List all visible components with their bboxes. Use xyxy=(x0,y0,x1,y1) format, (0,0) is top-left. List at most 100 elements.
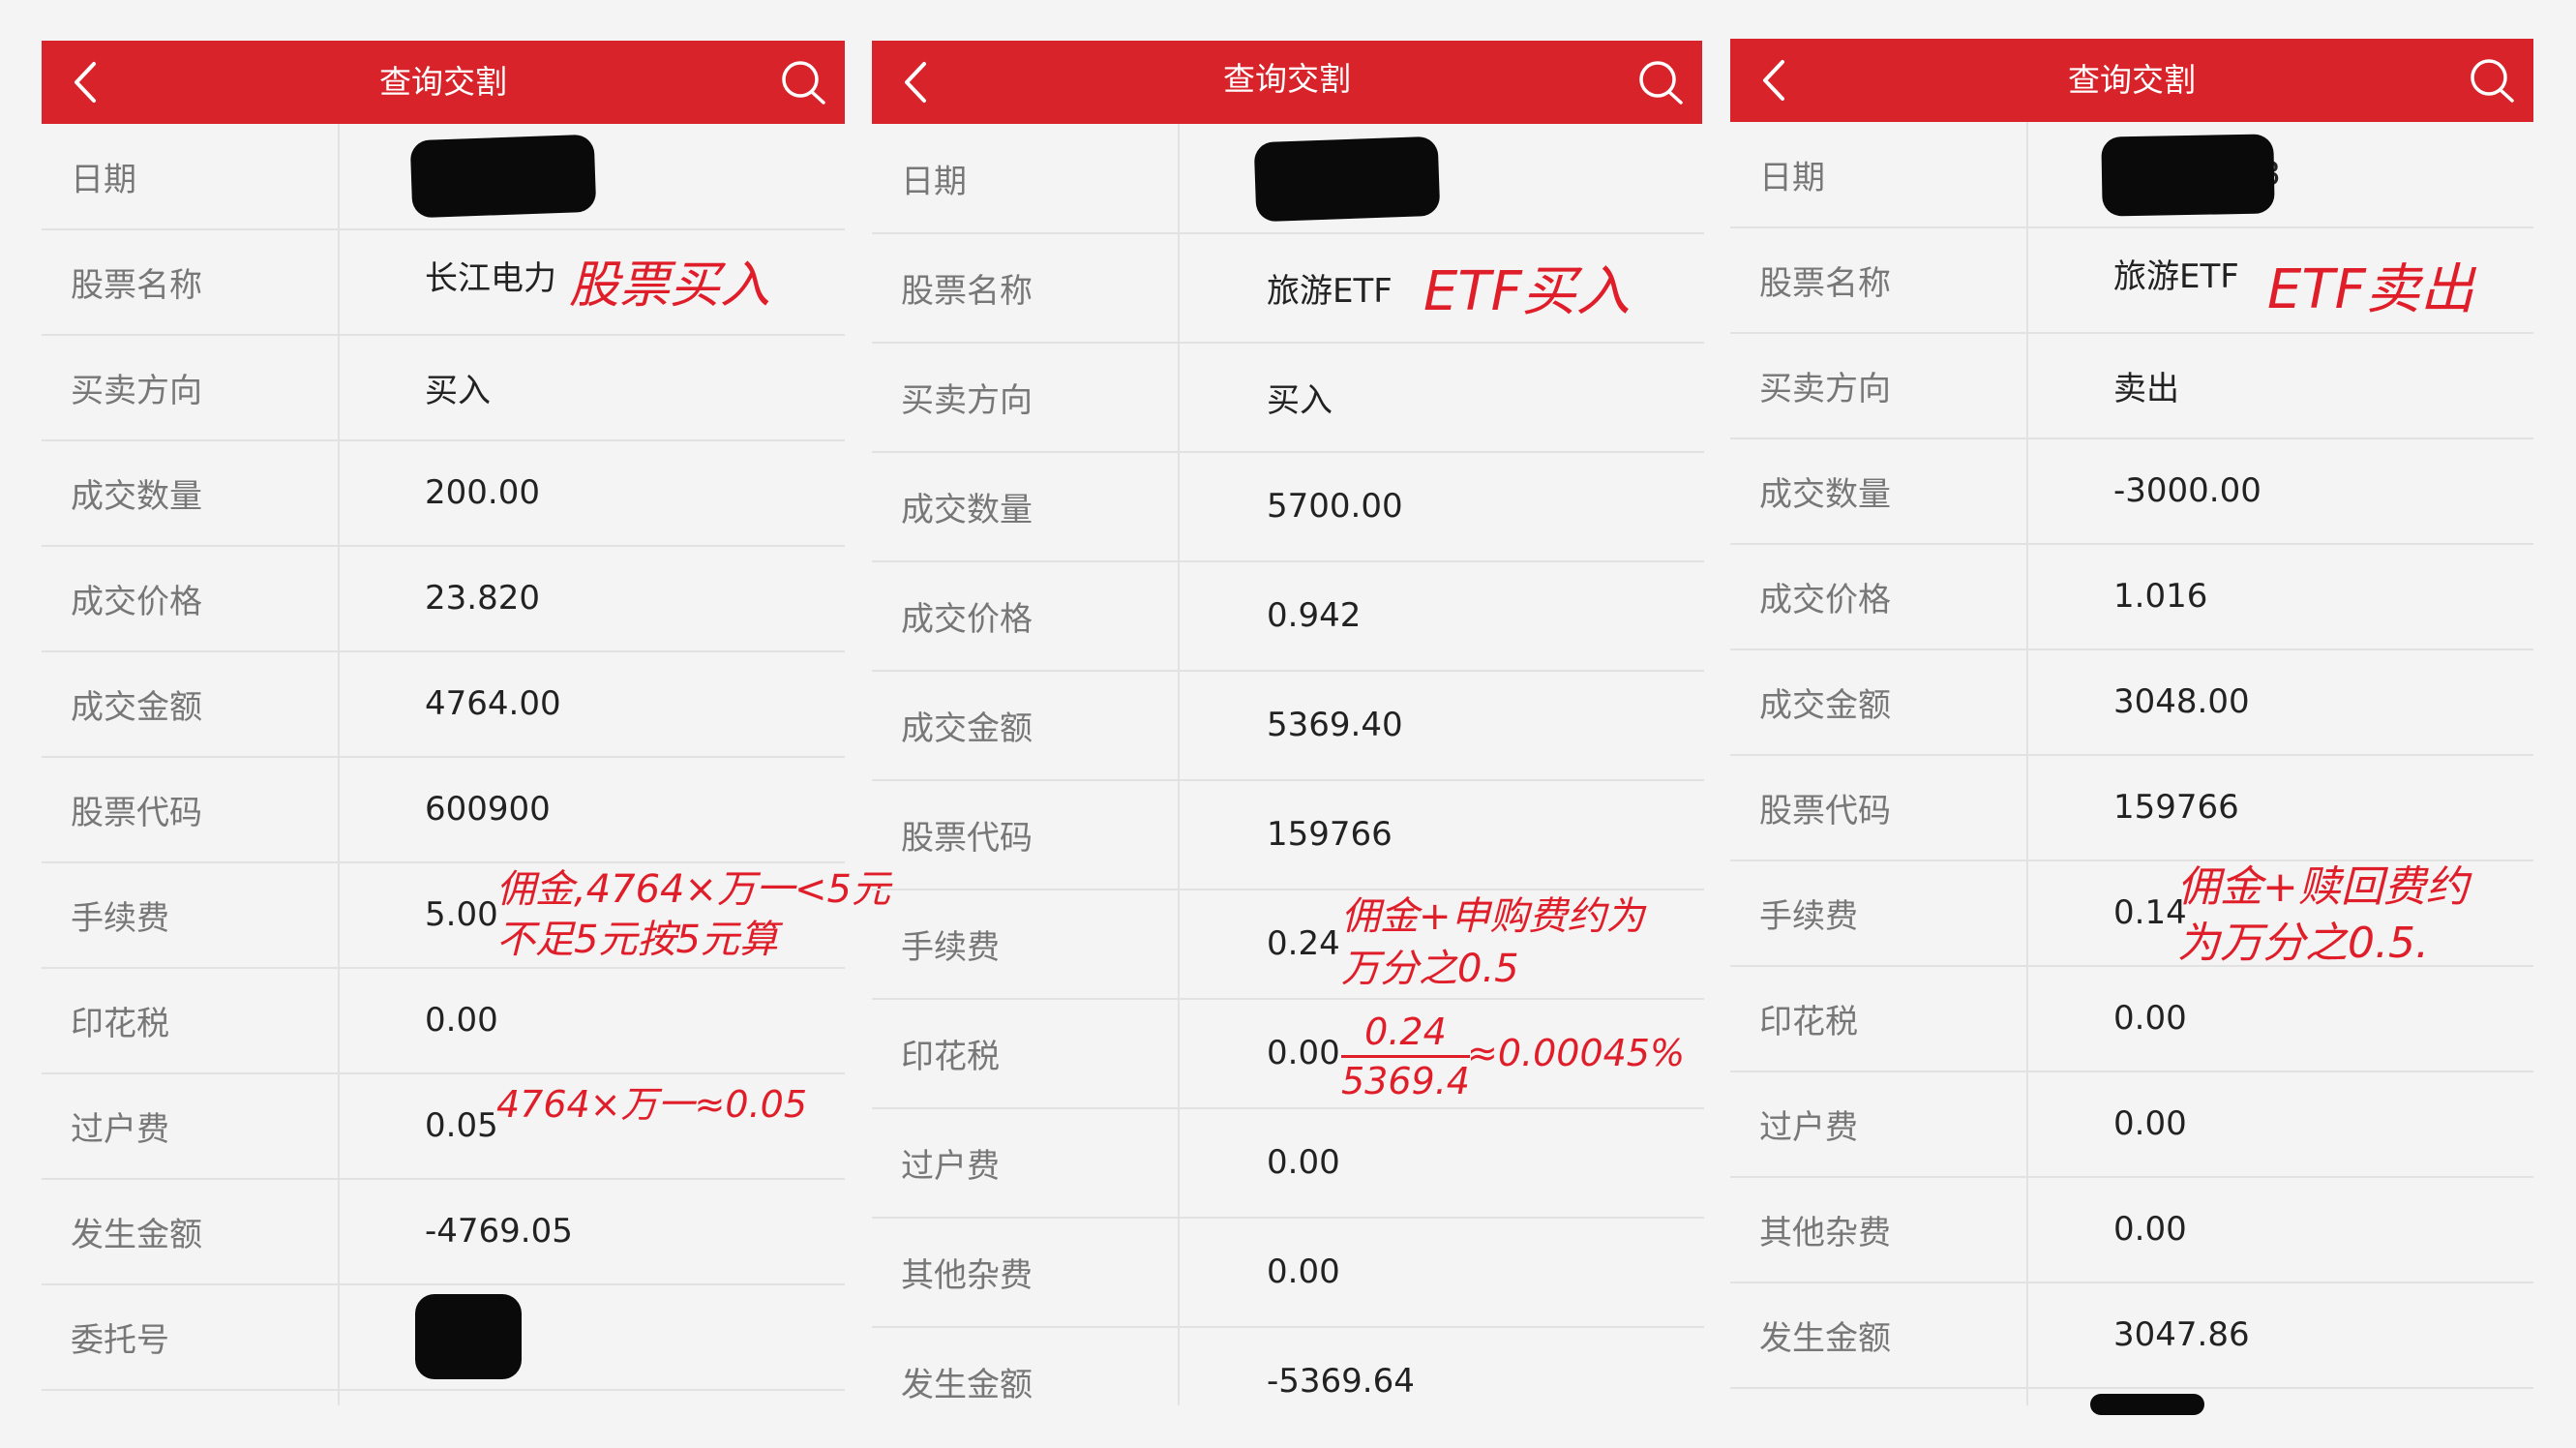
annotation-fee-line1: 佣金+申购费约为 xyxy=(1341,894,1645,939)
row-value: 买入 xyxy=(1267,380,1333,420)
row-label: 日期 xyxy=(901,162,967,201)
search-icon[interactable] xyxy=(2468,56,2516,105)
trade-panel-2: 查询交割 日期 20220810 股票名称 旅游ETF ETF买入 买卖方向 买… xyxy=(872,0,1704,1448)
row-value: 0.00 xyxy=(1267,1252,1340,1291)
row-label: 日期 xyxy=(1759,158,1825,197)
fraction-numerator: 0.24 xyxy=(1364,1011,1447,1053)
row-value: 5700.00 xyxy=(1267,487,1403,526)
row-label: 发生金额 xyxy=(1759,1318,1891,1358)
detail-table: 日期 20220810 股票名称 旅游ETF ETF买入 买卖方向 买入 成交数… xyxy=(872,124,1704,1405)
chevron-left-icon[interactable] xyxy=(63,58,111,106)
row-value: 0.00 xyxy=(2113,999,2187,1038)
search-icon[interactable] xyxy=(1636,58,1685,106)
row-label: 发生金额 xyxy=(71,1215,202,1254)
row-value: 3048.00 xyxy=(2113,682,2250,721)
row-code: 股票代码 159766 xyxy=(1730,755,2533,861)
row-label: 买卖方向 xyxy=(71,371,202,410)
row-value: 5.00 xyxy=(425,895,498,934)
row-label: 过户费 xyxy=(901,1146,1000,1186)
row-label: 手续费 xyxy=(901,927,1000,967)
redaction-mark xyxy=(2090,1394,2204,1415)
row-value: 3047.86 xyxy=(2113,1315,2250,1354)
fraction-denominator: 5369.4 xyxy=(1341,1060,1470,1102)
row-label: 股票名称 xyxy=(901,271,1033,311)
row-label: 成交数量 xyxy=(71,476,202,516)
annotation-stock-buy: 股票买入 xyxy=(569,256,771,315)
annotation-transfer: 4764×万一≈0.05 xyxy=(496,1083,807,1126)
row-label: 成交金额 xyxy=(1759,685,1891,725)
row-label: 发生金额 xyxy=(901,1365,1033,1404)
annotation-fraction: 0.24 5369.4 xyxy=(1341,1011,1470,1102)
row-label: 股票名称 xyxy=(1759,263,1891,303)
row-amount: 成交金额 4764.00 xyxy=(42,651,845,758)
row-value: 旅游ETF xyxy=(2113,256,2239,296)
row-quantity: 成交数量 200.00 xyxy=(42,440,845,547)
row-value: 0.05 xyxy=(425,1106,498,1145)
row-label: 成交金额 xyxy=(901,709,1033,748)
row-value: 159766 xyxy=(2113,788,2239,827)
chevron-left-icon[interactable] xyxy=(1752,56,1800,105)
row-label: 成交价格 xyxy=(901,599,1033,639)
row-value: 1.016 xyxy=(2113,577,2208,616)
row-value: 0.00 xyxy=(2113,1210,2187,1249)
row-value: 买入 xyxy=(425,371,491,410)
row-transfer-fee: 过户费 0.00 xyxy=(1730,1071,2533,1178)
row-value: 卖出 xyxy=(2113,369,2179,408)
annotation-etf-sell: ETF卖出 xyxy=(2267,258,2474,321)
panel-header: 查询交割 xyxy=(1730,39,2533,122)
row-code: 股票代码 600900 xyxy=(42,757,845,863)
row-fee: 手续费 0.24 佣金+申购费约为 万分之0.5 xyxy=(872,890,1704,1000)
row-label: 股票代码 xyxy=(1759,791,1891,830)
row-label: 日期 xyxy=(71,160,136,199)
trade-panel-1: 查询交割 日期 20220810 股票名称 长江电力 股票买入 买卖方向 买入 … xyxy=(42,0,890,1448)
row-stock-name: 股票名称 旅游ETF ETF卖出 xyxy=(1730,227,2533,334)
row-label: 过户费 xyxy=(1759,1107,1858,1147)
row-value: 0.00 xyxy=(2113,1104,2187,1143)
row-value: 长江电力 xyxy=(425,258,556,298)
row-value: 旅游ETF xyxy=(1267,271,1393,311)
row-misc-fee: 其他杂费 0.00 xyxy=(872,1218,1704,1328)
search-icon[interactable] xyxy=(779,58,827,106)
panel-header: 查询交割 xyxy=(42,41,845,124)
annotation-etf-buy: ETF买入 xyxy=(1423,260,1631,323)
annotation-fee-line1: 佣金,4764×万一<5元 xyxy=(496,867,890,912)
row-transfer-fee: 过户费 0.00 xyxy=(872,1108,1704,1219)
row-label: 手续费 xyxy=(71,898,169,938)
row-value: 0.00 xyxy=(1267,1034,1340,1072)
row-label: 股票名称 xyxy=(71,265,202,305)
row-label: 成交价格 xyxy=(71,582,202,621)
row-label: 股票代码 xyxy=(71,793,202,832)
row-date: 日期 20220810 xyxy=(42,124,845,230)
row-stock-name: 股票名称 旅游ETF ETF买入 xyxy=(872,233,1704,344)
redaction-mark xyxy=(409,134,597,219)
chevron-left-icon[interactable] xyxy=(893,58,942,106)
row-value: 23.820 xyxy=(425,579,540,618)
detail-table: 日期 20220810 股票名称 长江电力 股票买入 买卖方向 买入 成交数量 … xyxy=(42,124,890,1405)
row-value: -4769.05 xyxy=(425,1212,573,1251)
row-direction: 买卖方向 买入 xyxy=(42,335,845,441)
row-label: 委托号 xyxy=(71,1320,169,1360)
row-quantity: 成交数量 -3000.00 xyxy=(1730,438,2533,545)
row-value: 0.00 xyxy=(425,1001,498,1040)
panel-header: 查询交割 xyxy=(872,41,1702,124)
annotation-fee-line2: 不足5元按5元算 xyxy=(496,918,778,962)
row-label: 买卖方向 xyxy=(901,380,1033,420)
row-label: 其他杂费 xyxy=(901,1255,1033,1295)
row-transfer-fee: 过户费 0.05 4764×万一≈0.05 xyxy=(42,1073,845,1180)
trade-panel-3: 查询交割 日期 20221103 股票名称 旅游ETF ETF卖出 买卖方向 卖… xyxy=(1730,0,2533,1448)
row-value: 600900 xyxy=(425,790,551,829)
annotation-fee-line1: 佣金+赎回费约 xyxy=(2177,862,2469,912)
row-price: 成交价格 23.820 xyxy=(42,546,845,652)
row-label: 其他杂费 xyxy=(1759,1213,1891,1252)
row-value: -5369.64 xyxy=(1267,1362,1415,1401)
row-code: 股票代码 159766 xyxy=(872,780,1704,890)
row-direction: 买卖方向 卖出 xyxy=(1730,333,2533,439)
annotation-fee-line2: 为万分之0.5. xyxy=(2177,919,2429,968)
row-price: 成交价格 1.016 xyxy=(1730,544,2533,650)
row-net-amount: 发生金额 -4769.05 xyxy=(42,1179,845,1285)
row-label: 成交数量 xyxy=(1759,474,1891,514)
redaction-mark xyxy=(415,1294,522,1379)
row-value: -3000.00 xyxy=(2113,471,2261,510)
row-value: 0.942 xyxy=(1267,596,1362,635)
row-value: 0.00 xyxy=(1267,1143,1340,1182)
